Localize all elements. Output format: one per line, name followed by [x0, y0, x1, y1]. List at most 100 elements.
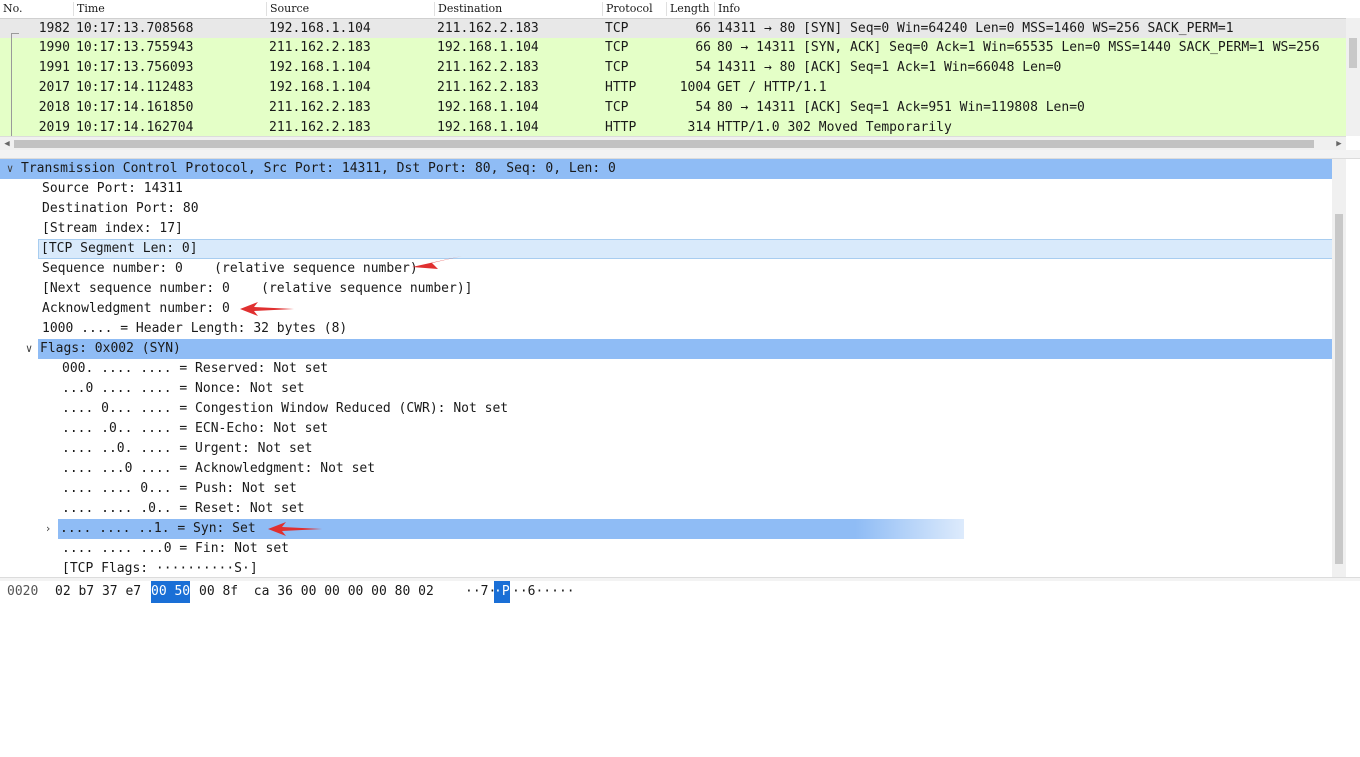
tree-item-tcp[interactable]: ∨ Transmission Control Protocol, Src Por…: [0, 159, 1346, 179]
tree-item-flag-ack[interactable]: .... ...0 .... = Acknowledgment: Not set: [0, 459, 375, 479]
packet-source: 211.162.2.183: [269, 40, 371, 55]
hex-bytes: 02 b7 37 e7: [55, 584, 142, 599]
column-header: No. Time Source Destination Protocol Len…: [0, 0, 1360, 19]
tree-item-flag-syn[interactable]: › .... .... ..1. = Syn: Set: [0, 519, 980, 539]
packet-details-tree[interactable]: ∨ Transmission Control Protocol, Src Por…: [0, 159, 1346, 577]
expanded-chevron-icon[interactable]: ∨: [3, 159, 17, 179]
packet-protocol: HTTP: [605, 120, 637, 135]
scrollbar-thumb[interactable]: [1335, 214, 1343, 564]
tree-item-tcp-flags[interactable]: [TCP Flags: ··········S·]: [0, 559, 258, 577]
tree-label: [Next sequence number: 0 (relative seque…: [42, 281, 473, 296]
packet-source: 192.168.1.104: [269, 21, 371, 36]
tree-label: Transmission Control Protocol, Src Port:…: [21, 161, 616, 176]
packet-protocol: TCP: [605, 100, 629, 115]
packet-row[interactable]: 1990 10:17:13.755943 211.162.2.183 192.1…: [0, 38, 1346, 58]
details-vertical-scrollbar[interactable]: [1332, 159, 1346, 577]
pane-splitter[interactable]: [0, 150, 1360, 159]
hex-bytes-selected: 00 50: [151, 581, 191, 603]
ascii-bytes: ··6·····: [512, 584, 575, 599]
packet-time: 10:17:14.112483: [76, 80, 194, 95]
packet-protocol: TCP: [605, 60, 629, 75]
packet-source: 211.162.2.183: [269, 120, 371, 135]
column-destination[interactable]: Destination: [434, 2, 602, 16]
packet-time: 10:17:14.162704: [76, 120, 194, 135]
collapsed-chevron-icon[interactable]: ›: [41, 519, 55, 539]
tree-item-destination-port[interactable]: Destination Port: 80: [0, 199, 199, 219]
ascii-bytes: ··7·: [465, 584, 497, 599]
tree-item-stream-index[interactable]: [Stream index: 17]: [0, 219, 183, 239]
tree-item-flag-fin[interactable]: .... .... ...0 = Fin: Not set: [0, 539, 289, 559]
tree-label: .... .... ...0 = Fin: Not set: [62, 541, 289, 556]
packet-time: 10:17:13.708568: [76, 21, 194, 36]
column-info[interactable]: Info: [714, 2, 1348, 16]
packet-protocol: TCP: [605, 40, 629, 55]
packet-length: 66: [695, 21, 711, 36]
tree-item-flag-reserved[interactable]: 000. .... .... = Reserved: Not set: [0, 359, 328, 379]
packet-info: GET / HTTP/1.1: [717, 80, 827, 95]
tree-label: Destination Port: 80: [42, 201, 199, 216]
byte-offset: 0020: [7, 584, 39, 599]
scrollbar-thumb[interactable]: [1349, 38, 1357, 68]
column-time[interactable]: Time: [73, 2, 267, 16]
tree-label: [Stream index: 17]: [42, 221, 183, 236]
packet-info: 14311 → 80 [SYN] Seq=0 Win=64240 Len=0 M…: [717, 21, 1234, 36]
packet-destination: 211.162.2.183: [437, 60, 539, 75]
tree-label: Acknowledgment number: 0: [42, 301, 230, 316]
tree-item-ack-number[interactable]: Acknowledgment number: 0: [0, 299, 230, 319]
tree-item-flag-push[interactable]: .... .... 0... = Push: Not set: [0, 479, 297, 499]
packet-destination: 192.168.1.104: [437, 120, 539, 135]
expanded-chevron-icon[interactable]: ∨: [22, 339, 36, 359]
packet-row[interactable]: 1991 10:17:13.756093 192.168.1.104 211.1…: [0, 58, 1346, 78]
packet-destination: 211.162.2.183: [437, 80, 539, 95]
packet-time: 10:17:14.161850: [76, 100, 194, 115]
packet-list-horizontal-scrollbar[interactable]: ◀ ▶: [0, 136, 1346, 151]
tree-item-flags[interactable]: ∨ Flags: 0x002 (SYN): [0, 339, 1346, 359]
column-no[interactable]: No.: [0, 2, 73, 16]
tree-item-sequence-number[interactable]: Sequence number: 0 (relative sequence nu…: [0, 259, 418, 279]
packet-time: 10:17:13.756093: [76, 60, 194, 75]
scroll-right-icon[interactable]: ▶: [1332, 137, 1346, 151]
packet-length: 54: [695, 100, 711, 115]
packet-protocol: TCP: [605, 21, 629, 36]
packet-length: 54: [695, 60, 711, 75]
tree-label: Flags: 0x002 (SYN): [38, 339, 1346, 359]
tree-label: .... ..0. .... = Urgent: Not set: [62, 441, 313, 456]
tree-label: [TCP Segment Len: 0]: [38, 239, 1346, 259]
column-length[interactable]: Length: [666, 2, 715, 16]
packet-source: 192.168.1.104: [269, 80, 371, 95]
tree-item-flag-urgent[interactable]: .... ..0. .... = Urgent: Not set: [0, 439, 312, 459]
related-packet-line: [11, 33, 12, 136]
packet-destination: 192.168.1.104: [437, 100, 539, 115]
tree-item-flag-ecn[interactable]: .... .0.. .... = ECN-Echo: Not set: [0, 419, 328, 439]
packet-list[interactable]: No. Time Source Destination Protocol Len…: [0, 0, 1360, 151]
tree-item-next-sequence[interactable]: [Next sequence number: 0 (relative seque…: [0, 279, 472, 299]
tree-label: ...0 .... .... = Nonce: Not set: [62, 381, 305, 396]
related-packet-line: [11, 33, 19, 34]
tree-label: .... .... ..1. = Syn: Set: [58, 519, 964, 539]
scroll-left-icon[interactable]: ◀: [0, 137, 14, 151]
tree-item-flag-reset[interactable]: .... .... .0.. = Reset: Not set: [0, 499, 305, 519]
tree-item-flag-nonce[interactable]: ...0 .... .... = Nonce: Not set: [0, 379, 305, 399]
tree-item-segment-len[interactable]: [TCP Segment Len: 0]: [0, 239, 1346, 259]
tree-label: .... ...0 .... = Acknowledgment: Not set: [62, 461, 376, 476]
packet-row[interactable]: 1982 10:17:13.708568 192.168.1.104 211.1…: [0, 19, 1346, 39]
tree-item-source-port[interactable]: Source Port: 14311: [0, 179, 183, 199]
tree-label: 1000 .... = Header Length: 32 bytes (8): [42, 321, 348, 336]
tree-label: [TCP Flags: ··········S·]: [62, 561, 258, 576]
packet-row[interactable]: 2018 10:17:14.161850 211.162.2.183 192.1…: [0, 98, 1346, 118]
packet-destination: 192.168.1.104: [437, 40, 539, 55]
packet-info: 14311 → 80 [ACK] Seq=1 Ack=1 Win=66048 L…: [717, 60, 1062, 75]
column-source[interactable]: Source: [266, 2, 434, 16]
packet-list-vertical-scrollbar[interactable]: [1346, 18, 1360, 136]
annotation-arrow-icon: [240, 302, 294, 316]
hex-bytes: 00 8f ca 36 00 00 00 00 80 02: [199, 584, 434, 599]
packet-protocol: HTTP: [605, 80, 637, 95]
tree-item-flag-cwr[interactable]: .... 0... .... = Congestion Window Reduc…: [0, 399, 508, 419]
packet-row[interactable]: 2017 10:17:14.112483 192.168.1.104 211.1…: [0, 78, 1346, 98]
scrollbar-thumb[interactable]: [14, 140, 1314, 148]
packet-length: 314: [687, 120, 711, 135]
tree-item-header-length[interactable]: 1000 .... = Header Length: 32 bytes (8): [0, 319, 347, 339]
packet-bytes-pane[interactable]: 0020 02 b7 37 e7 00 50 00 8f ca 36 00 00…: [0, 581, 1360, 603]
column-protocol[interactable]: Protocol: [602, 2, 666, 16]
packet-row[interactable]: 2019 10:17:14.162704 211.162.2.183 192.1…: [0, 118, 1346, 136]
